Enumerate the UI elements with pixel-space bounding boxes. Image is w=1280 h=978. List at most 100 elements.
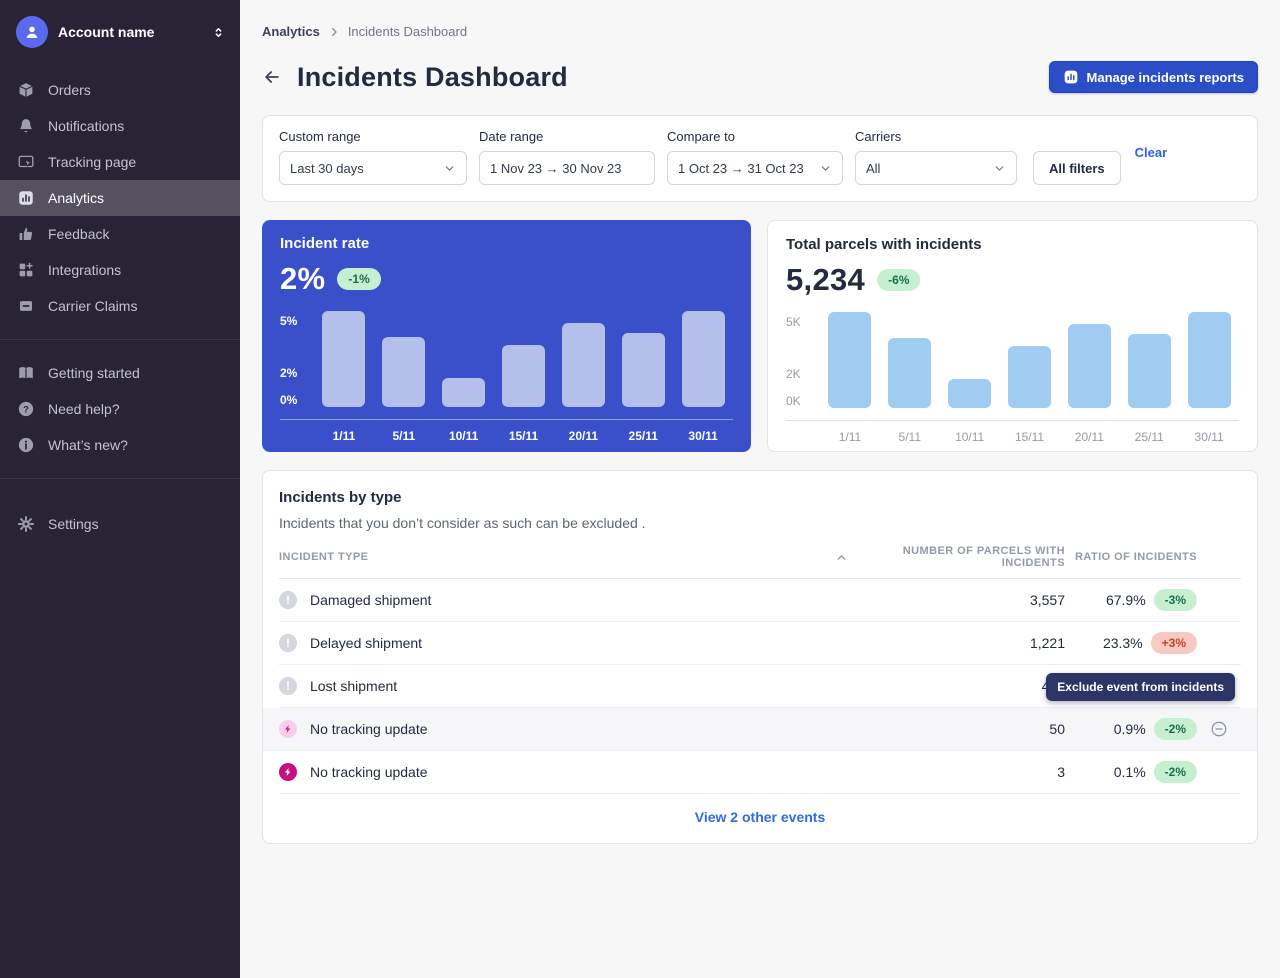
sidebar-item-notifications[interactable]: Notifications bbox=[0, 108, 240, 144]
ratio-value: 67.9% bbox=[1106, 592, 1146, 608]
table-row-no-tracking-update: No tracking update500.9%-2% bbox=[263, 708, 1257, 751]
incident-type: Lost shipment bbox=[310, 678, 835, 694]
bar-1/11 bbox=[820, 312, 880, 408]
date-range-input[interactable]: 1 Nov 23 → 30 Nov 23 bbox=[479, 151, 655, 185]
column-incident-type: Incident type bbox=[279, 551, 835, 563]
sidebar-item-label: Getting started bbox=[48, 365, 140, 381]
x-tick-label: 30/11 bbox=[673, 429, 733, 443]
exclude-event-button[interactable] bbox=[1210, 720, 1228, 738]
x-tick-label: 30/11 bbox=[1179, 430, 1239, 444]
chevron-down-icon bbox=[819, 162, 832, 175]
chart-title: Total parcels with incidents bbox=[786, 236, 1239, 253]
custom-range-select[interactable]: Last 30 days bbox=[279, 151, 467, 185]
back-arrow-icon[interactable] bbox=[262, 67, 282, 87]
total-parcels-card: Total parcels with incidents 5,234 -6% 5… bbox=[767, 220, 1258, 452]
incident-type: Damaged shipment bbox=[310, 592, 835, 608]
gear-icon bbox=[16, 515, 35, 534]
page-title: Incidents Dashboard bbox=[297, 62, 568, 93]
carriers-label: Carriers bbox=[855, 129, 1017, 144]
report-chart-icon bbox=[1063, 69, 1079, 85]
custom-range-value: Last 30 days bbox=[290, 161, 364, 176]
all-filters-button[interactable]: All filters bbox=[1033, 151, 1121, 185]
avatar bbox=[16, 16, 48, 48]
bolt-pink-icon bbox=[279, 720, 297, 738]
table-row-no-tracking-update: No tracking update30.1%-2% bbox=[279, 751, 1241, 794]
sidebar-item-orders[interactable]: Orders bbox=[0, 72, 240, 108]
view-other-events-link[interactable]: View 2 other events bbox=[695, 809, 825, 825]
bar-20/11 bbox=[1059, 324, 1119, 408]
incident-rate-card: Incident rate 2% -1% 5%2%0% 1/115/1110/1… bbox=[262, 220, 751, 452]
sidebar-item-label: Need help? bbox=[48, 401, 120, 417]
bar-1/11 bbox=[314, 311, 374, 407]
sidebar-item-carrier-claims[interactable]: Carrier Claims bbox=[0, 288, 240, 324]
parcels-count: 3,557 bbox=[835, 592, 1065, 608]
bar-5/11 bbox=[880, 338, 940, 408]
ratio-value: 0.9% bbox=[1114, 721, 1146, 737]
chevron-right-icon bbox=[328, 26, 340, 38]
incident-type: No tracking update bbox=[310, 721, 835, 737]
sidebar-item-label: Carrier Claims bbox=[48, 298, 137, 314]
table-title: Incidents by type bbox=[279, 489, 1241, 506]
table-footer: View 2 other events bbox=[279, 794, 1241, 843]
bar bbox=[948, 379, 991, 408]
svg-text:?: ? bbox=[23, 404, 29, 414]
info-circle-icon bbox=[16, 436, 35, 455]
sidebar-item-integrations[interactable]: Integrations bbox=[0, 252, 240, 288]
ratio-delta-badge: +3% bbox=[1151, 632, 1197, 654]
x-tick-label: 25/11 bbox=[613, 429, 673, 443]
parcels-count: 1,221 bbox=[835, 635, 1065, 651]
bar-30/11 bbox=[1179, 312, 1239, 408]
bar-10/11 bbox=[940, 379, 1000, 408]
sidebar-item-label: Settings bbox=[48, 516, 99, 532]
manage-incidents-reports-button[interactable]: Manage incidents reports bbox=[1049, 61, 1258, 93]
bar bbox=[622, 333, 665, 407]
x-tick-label: 5/11 bbox=[880, 430, 940, 444]
x-tick-label: 10/11 bbox=[940, 430, 1000, 444]
account-switcher[interactable]: Account name bbox=[0, 0, 240, 62]
bar bbox=[828, 312, 871, 408]
x-tick-label: 20/11 bbox=[1059, 430, 1119, 444]
x-tick-label: 1/11 bbox=[820, 430, 880, 444]
carriers-select[interactable]: All bbox=[855, 151, 1017, 185]
sidebar-item-label: Notifications bbox=[48, 118, 124, 134]
sidebar: Account name Orders Notifications Tracking… bbox=[0, 0, 240, 978]
bar bbox=[1128, 334, 1171, 408]
sidebar-item-feedback[interactable]: Feedback bbox=[0, 216, 240, 252]
parcels-count: 3 bbox=[835, 764, 1065, 780]
clear-filters-link[interactable]: Clear bbox=[1135, 145, 1168, 160]
total-parcels-chart: 5K2K0K 1/115/1110/1115/1120/1125/1130/11 bbox=[786, 312, 1239, 444]
compare-to-select[interactable]: 1 Oct 23 → 31 Oct 23 bbox=[667, 151, 843, 185]
kpi-value: 5,234 bbox=[786, 262, 865, 298]
chevron-down-icon bbox=[993, 162, 1006, 175]
sidebar-nav-main: Orders Notifications Tracking pageAnalytic… bbox=[0, 72, 240, 324]
sidebar-item-what-s-new[interactable]: What’s new? bbox=[0, 427, 240, 463]
y-tick-label: 0% bbox=[280, 394, 297, 407]
table-subtitle: Incidents that you don’t consider as suc… bbox=[279, 515, 1241, 531]
x-tick-label: 10/11 bbox=[434, 429, 494, 443]
bar bbox=[1188, 312, 1231, 408]
chevron-down-icon bbox=[443, 162, 456, 175]
carriers-value: All bbox=[866, 161, 880, 176]
x-tick-label: 25/11 bbox=[1119, 430, 1179, 444]
bar bbox=[888, 338, 931, 408]
column-parcels-sortable[interactable]: Number of parcels with incidents bbox=[835, 545, 1065, 569]
sidebar-item-label: What’s new? bbox=[48, 437, 128, 453]
chart-title: Incident rate bbox=[280, 235, 733, 252]
sidebar-item-tracking-page[interactable]: Tracking page bbox=[0, 144, 240, 180]
bell-icon bbox=[16, 117, 35, 136]
sidebar-item-getting-started[interactable]: Getting started bbox=[0, 355, 240, 391]
compare-to-value: 1 Oct 23 → 31 Oct 23 bbox=[678, 161, 804, 176]
table-row-delayed-shipment: !Delayed shipment1,22123.3%+3% bbox=[279, 622, 1241, 665]
y-tick-label: 5% bbox=[280, 315, 297, 328]
x-tick-label: 15/11 bbox=[494, 429, 554, 443]
book-icon bbox=[16, 364, 35, 383]
sidebar-item-analytics[interactable]: Analytics bbox=[0, 180, 240, 216]
y-tick-label: 0K bbox=[786, 395, 801, 408]
sidebar-item-settings[interactable]: Settings bbox=[0, 506, 240, 542]
bar-25/11 bbox=[613, 333, 673, 407]
breadcrumb-analytics[interactable]: Analytics bbox=[262, 24, 320, 39]
compare-to-label: Compare to bbox=[667, 129, 843, 144]
date-range-value: 1 Nov 23 → 30 Nov 23 bbox=[490, 161, 622, 176]
sidebar-item-need-help[interactable]: ? Need help? bbox=[0, 391, 240, 427]
box-minus-icon bbox=[16, 297, 35, 316]
